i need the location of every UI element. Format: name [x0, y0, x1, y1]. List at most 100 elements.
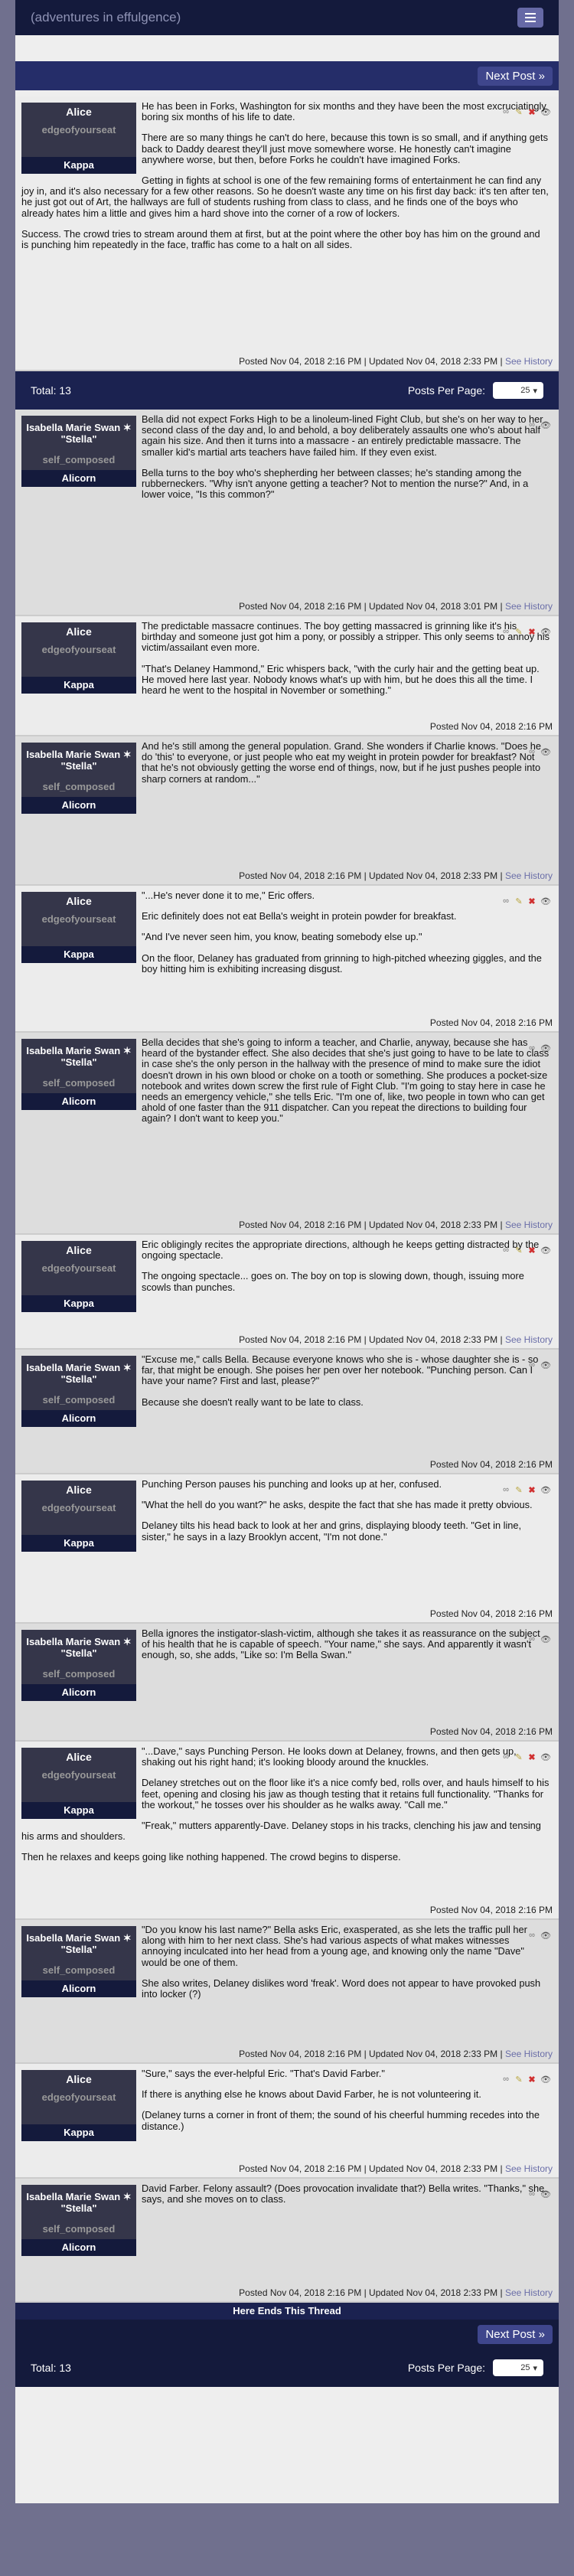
total-count: Total: 13 — [31, 384, 71, 397]
post: Isabella Marie Swan ✶ "Stella" self_compo… — [15, 1920, 559, 2064]
post: Isabella Marie Swan ✶ "Stella" self_compo… — [15, 736, 559, 886]
post-footer: Posted Nov 04, 2018 2:16 PM | Updated No… — [239, 2049, 553, 2059]
menu-button[interactable] — [517, 8, 543, 28]
post-content: "...Dave," says Punching Person. He look… — [21, 1745, 550, 1873]
footer-separator: | — [497, 356, 505, 367]
next-post-button[interactable]: Next Post » — [478, 66, 553, 86]
post-content: He has been in Forks, Washington for six… — [21, 100, 550, 260]
post-footer: Posted Nov 04, 2018 2:16 PM | Updated No… — [239, 356, 553, 367]
footer-separator: | — [497, 1334, 505, 1345]
post-content: Bella ignores the instigator-slash-victi… — [21, 1628, 550, 1705]
post: Alice edgeofyourseat Kappa ∞ ✎ ✖ 👁 He has been … — [15, 96, 559, 371]
see-history-link[interactable]: See History — [505, 2287, 553, 2298]
post-content: Bella decides that she's going to inform… — [21, 1037, 550, 1135]
post-footer: Posted Nov 04, 2018 2:16 PM | Updated No… — [239, 2163, 553, 2174]
chevron-down-icon: ▾ — [533, 386, 537, 396]
post-timestamp: Posted Nov 04, 2018 2:16 PM — [429, 1459, 553, 1470]
site-title[interactable]: (adventures in effulgence) — [31, 10, 181, 25]
top-header: (adventures in effulgence) — [15, 0, 559, 35]
post: Isabella Marie Swan ✶ "Stella" self_compo… — [15, 1033, 559, 1235]
post: Alice edgeofyourseat Kappa ∞ ✎ ✖ 👁 Eric obligin… — [15, 1235, 559, 1350]
post-footer: Posted Nov 04, 2018 2:16 PM | Updated No… — [239, 2287, 553, 2298]
per-page-label-bottom: Posts Per Page: — [407, 2362, 485, 2374]
per-page-value-bottom: 25 — [520, 2363, 530, 2372]
hamburger-icon-line — [525, 21, 536, 22]
post-footer: Posted Nov 04, 2018 2:16 PM — [430, 1017, 553, 1028]
post-timestamp: Posted Nov 04, 2018 2:16 PM — [429, 1726, 553, 1737]
post-footer: Posted Nov 04, 2018 2:16 PM | Updated No… — [239, 1334, 553, 1345]
post: Alice edgeofyourseat Kappa ∞ ✎ ✖ 👁 Punching Per… — [15, 1474, 559, 1624]
post-content: Eric obligingly recites the appropriate … — [21, 1239, 550, 1316]
per-page-control: Posts Per Page: 25 ▾ — [408, 382, 543, 399]
post-timestamp: Posted Nov 04, 2018 2:16 PM — [429, 721, 553, 732]
page: (adventures in effulgence) Next Post » A… — [15, 0, 559, 2503]
see-history-link[interactable]: See History — [505, 356, 553, 367]
per-page-value: 25 — [520, 386, 530, 395]
see-history-link[interactable]: See History — [505, 1334, 553, 1345]
post-content: Bella did not expect Forks High to be a … — [21, 413, 550, 510]
footer-separator: | — [497, 2163, 505, 2174]
footer-separator: | — [497, 2049, 505, 2059]
pagination-bar-top: Total: 13 Posts Per Page: 25 ▾ — [15, 371, 559, 410]
post-footer: Posted Nov 04, 2018 2:16 PM — [430, 1459, 553, 1470]
post: Isabella Marie Swan ✶ "Stella" self_compo… — [15, 410, 559, 616]
per-page-select-bottom[interactable]: 25 ▾ — [493, 2359, 543, 2376]
post-timestamp: Posted Nov 04, 2018 2:16 PM — [429, 1017, 553, 1028]
pagination-bar-bottom: Total: 13 Posts Per Page: 25 ▾ — [15, 2349, 559, 2387]
post-timestamp: Posted Nov 04, 2018 2:16 PM | Updated No… — [239, 2287, 498, 2298]
post-footer: Posted Nov 04, 2018 2:16 PM — [430, 1726, 553, 1737]
hamburger-icon-line — [525, 17, 536, 18]
post-footer: Posted Nov 04, 2018 2:16 PM — [430, 1608, 553, 1619]
post-timestamp: Posted Nov 04, 2018 2:16 PM | Updated No… — [239, 601, 498, 612]
post-content: The predictable massacre continues. The … — [21, 620, 550, 706]
nav-bar-top: Next Post » — [15, 61, 559, 90]
post-footer: Posted Nov 04, 2018 2:16 PM | Updated No… — [239, 601, 553, 612]
post-content: "Sure," says the ever-helpful Eric. "Tha… — [21, 2068, 550, 2145]
footer-separator: | — [497, 1219, 505, 1230]
post: Isabella Marie Swan ✶ "Stella" self_compo… — [15, 1350, 559, 1474]
post-timestamp: Posted Nov 04, 2018 2:16 PM | Updated No… — [239, 1219, 498, 1230]
post-content: David Farber. Felony assault? (Does prov… — [21, 2183, 550, 2260]
hamburger-icon — [525, 13, 536, 15]
post-timestamp: Posted Nov 04, 2018 2:16 PM — [429, 1905, 553, 1915]
nav-bar-bottom: Next Post » — [15, 2320, 559, 2349]
post-timestamp: Posted Nov 04, 2018 2:16 PM | Updated No… — [239, 2049, 498, 2059]
post-timestamp: Posted Nov 04, 2018 2:16 PM | Updated No… — [239, 870, 498, 881]
post: Isabella Marie Swan ✶ "Stella" self_compo… — [15, 2179, 559, 2303]
post-timestamp: Posted Nov 04, 2018 2:16 PM | Updated No… — [239, 2163, 498, 2174]
post-footer: Posted Nov 04, 2018 2:16 PM | Updated No… — [239, 1219, 553, 1230]
post-timestamp: Posted Nov 04, 2018 2:16 PM | Updated No… — [239, 1334, 498, 1345]
footer-separator: | — [497, 601, 505, 612]
see-history-link[interactable]: See History — [505, 2163, 553, 2174]
post: Alice edgeofyourseat Kappa ∞ ✎ ✖ 👁 The predicta… — [15, 616, 559, 736]
post: Alice edgeofyourseat Kappa ∞ ✎ ✖ 👁 "...Dave," s… — [15, 1742, 559, 1920]
per-page-select[interactable]: 25 ▾ — [493, 382, 543, 399]
next-post-button-bottom[interactable]: Next Post » — [478, 2324, 553, 2344]
post-content: "Do you know his last name?" Bella asks … — [21, 1924, 550, 2010]
see-history-link[interactable]: See History — [505, 2049, 553, 2059]
post-content: "...He's never done it to me," Eric offe… — [21, 890, 550, 984]
thread-end-banner: Here Ends This Thread — [15, 2303, 559, 2320]
see-history-link[interactable]: See History — [505, 1219, 553, 1230]
post-paragraph: Then he relaxes and keeps going like not… — [21, 1851, 401, 1863]
post-footer: Posted Nov 04, 2018 2:16 PM — [430, 721, 553, 732]
footer-separator: | — [497, 2287, 505, 2298]
post-timestamp: Posted Nov 04, 2018 2:16 PM — [429, 1608, 553, 1619]
chevron-down-icon: ▾ — [533, 2363, 537, 2373]
per-page-control-bottom: Posts Per Page: 25 ▾ — [408, 2359, 543, 2376]
footer-separator: | — [497, 870, 505, 881]
post-content: And he's still among the general populat… — [21, 740, 550, 818]
post-footer: Posted Nov 04, 2018 2:16 PM | Updated No… — [239, 870, 553, 881]
post-content: Punching Person pauses his punching and … — [21, 1478, 550, 1556]
post-paragraph: Getting in fights at school is one of th… — [21, 175, 549, 219]
per-page-label: Posts Per Page: — [407, 384, 485, 397]
see-history-link[interactable]: See History — [505, 870, 553, 881]
post-timestamp: Posted Nov 04, 2018 2:16 PM | Updated No… — [239, 356, 498, 367]
post: Alice edgeofyourseat Kappa ∞ ✎ ✖ 👁 "Sure," says… — [15, 2064, 559, 2179]
post: Alice edgeofyourseat Kappa ∞ ✎ ✖ 👁 "...He's nev… — [15, 886, 559, 1033]
post-paragraph: "Freak," mutters apparently-Dave. Delane… — [21, 1820, 541, 1843]
post-footer: Posted Nov 04, 2018 2:16 PM — [430, 1905, 553, 1915]
total-count-bottom: Total: 13 — [31, 2362, 71, 2374]
post-paragraph: Success. The crowd tries to stream aroun… — [21, 227, 540, 251]
see-history-link[interactable]: See History — [505, 601, 553, 612]
